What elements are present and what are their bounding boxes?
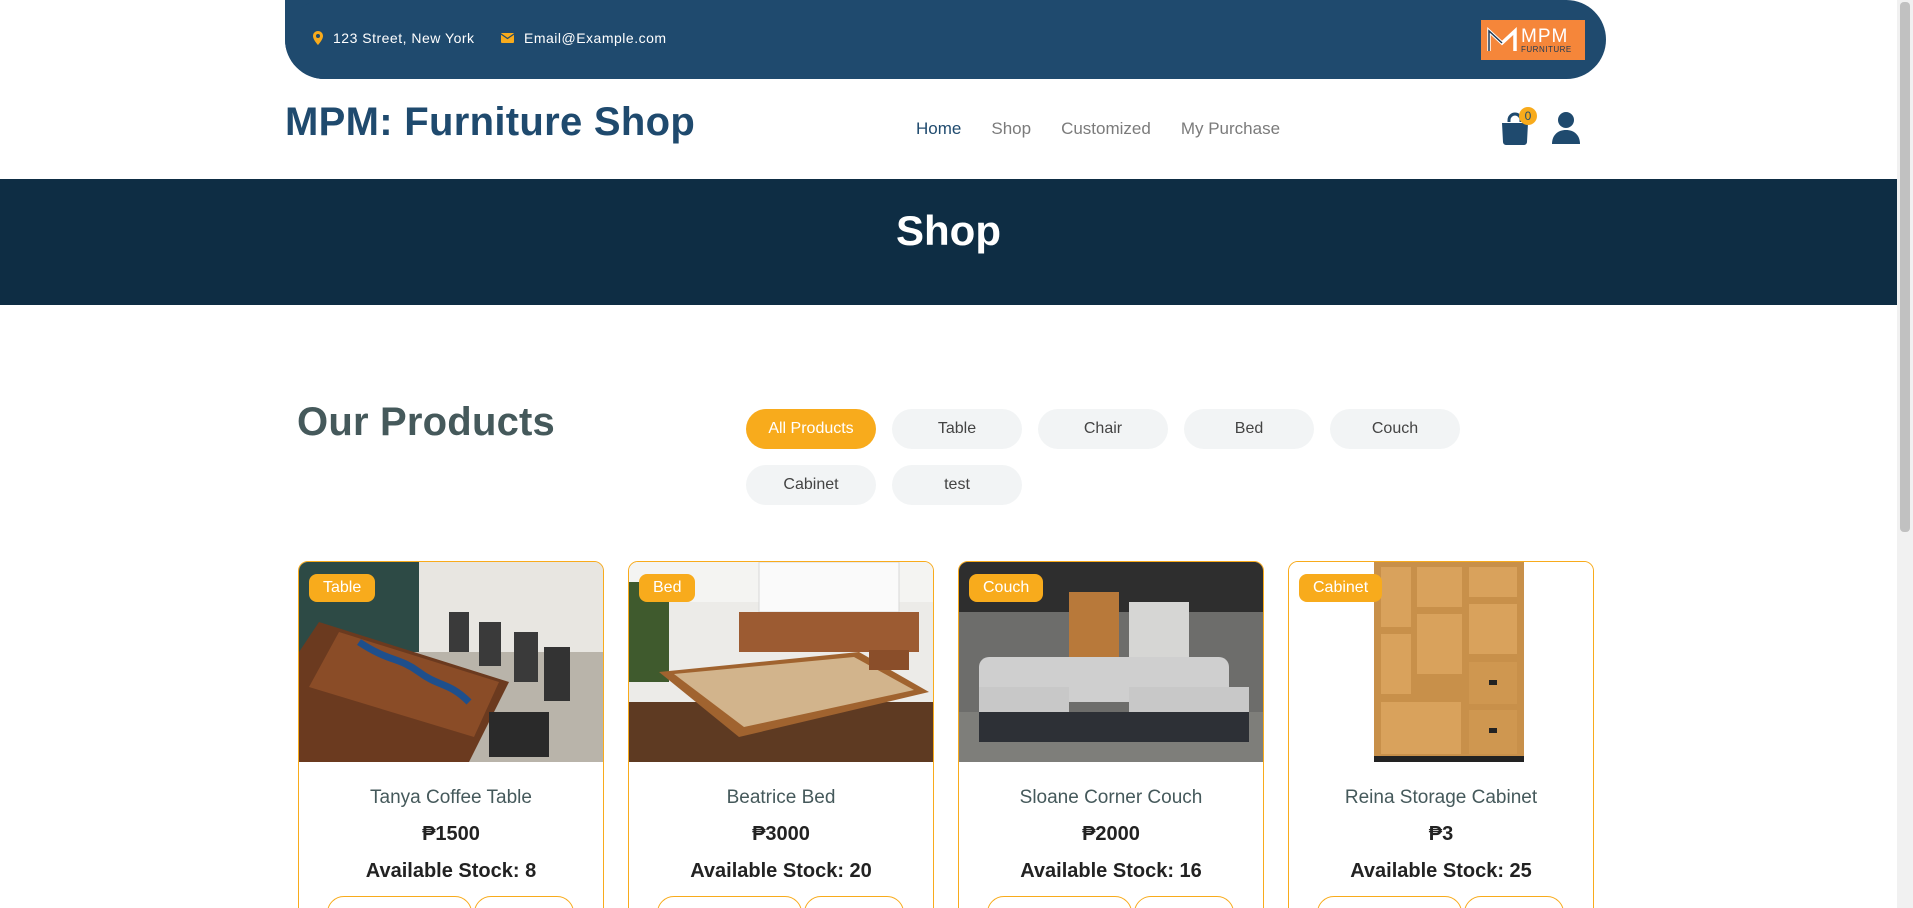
- product-stock: Available Stock: 20: [690, 860, 872, 882]
- page-scrollbar[interactable]: [1897, 0, 1913, 908]
- view-details-button[interactable]: [804, 896, 904, 908]
- add-to-cart-button[interactable]: [657, 896, 802, 908]
- top-info-bar: 123 Street, New York Email@Example.com M…: [285, 0, 1606, 79]
- product-price: ₱3000: [752, 823, 810, 845]
- filter-table[interactable]: Table: [892, 409, 1022, 449]
- map-marker-icon: [313, 31, 323, 45]
- product-card[interactable]: Couch Sloane Corner Couch ₱2000 Availabl…: [958, 561, 1264, 908]
- add-to-cart-button[interactable]: [1317, 896, 1462, 908]
- filter-cabinet[interactable]: Cabinet: [746, 465, 876, 505]
- nav-home[interactable]: Home: [916, 119, 961, 139]
- email-text[interactable]: Email@Example.com: [524, 30, 667, 46]
- product-stock: Available Stock: 16: [1020, 860, 1202, 882]
- site-brand-title[interactable]: MPM: Furniture Shop: [285, 100, 695, 145]
- page: 123 Street, New York Email@Example.com M…: [0, 0, 1897, 908]
- product-stock: Available Stock: 25: [1350, 860, 1532, 882]
- add-to-cart-button[interactable]: [987, 896, 1132, 908]
- email-info[interactable]: Email@Example.com: [501, 30, 667, 46]
- product-card[interactable]: Bed Beatrice Bed ₱3000 Available Stock: …: [628, 561, 934, 908]
- view-details-button[interactable]: [1134, 896, 1234, 908]
- category-badge: Bed: [639, 574, 696, 602]
- category-badge: Table: [309, 574, 376, 602]
- filter-couch[interactable]: Couch: [1330, 409, 1460, 449]
- category-badge: Couch: [969, 574, 1044, 602]
- address-info: 123 Street, New York: [313, 30, 475, 46]
- add-to-cart-button[interactable]: [327, 896, 472, 908]
- filter-chair[interactable]: Chair: [1038, 409, 1168, 449]
- envelope-icon: [501, 33, 514, 43]
- cart-count-badge: 0: [1519, 107, 1537, 125]
- view-details-button[interactable]: [1464, 896, 1564, 908]
- nav-my-purchase[interactable]: My Purchase: [1181, 119, 1280, 139]
- product-price: ₱1500: [422, 823, 480, 845]
- category-badge: Cabinet: [1299, 574, 1383, 602]
- product-price: ₱2000: [1082, 823, 1140, 845]
- product-stock: Available Stock: 8: [365, 860, 537, 882]
- user-icon[interactable]: [1551, 111, 1581, 145]
- filter-test[interactable]: test: [892, 465, 1022, 505]
- nav-shop[interactable]: Shop: [991, 119, 1031, 139]
- nav-customized[interactable]: Customized: [1061, 119, 1151, 139]
- section-title: Our Products: [297, 400, 555, 444]
- brand-logo[interactable]: MPM FURNITURE: [1481, 20, 1585, 60]
- logo-text: MPM FURNITURE: [1521, 25, 1572, 54]
- filter-all-products[interactable]: All Products: [746, 409, 876, 449]
- scrollbar-thumb[interactable]: [1900, 2, 1910, 532]
- product-card[interactable]: Cabinet Reina Storage Cabinet ₱3 Availab…: [1288, 561, 1594, 908]
- product-name[interactable]: Reina Storage Cabinet: [1289, 787, 1593, 809]
- product-name[interactable]: Beatrice Bed: [629, 787, 933, 809]
- product-name[interactable]: Tanya Coffee Table: [299, 787, 603, 809]
- view-details-button[interactable]: [474, 896, 574, 908]
- address-text: 123 Street, New York: [333, 30, 475, 46]
- product-name[interactable]: Sloane Corner Couch: [959, 787, 1263, 809]
- main-nav: Home Shop Customized My Purchase: [916, 119, 1280, 139]
- page-title: Shop: [896, 207, 1001, 254]
- logo-m-icon: [1487, 27, 1517, 51]
- filter-bed[interactable]: Bed: [1184, 409, 1314, 449]
- product-card[interactable]: Table Tanya Coffee Table ₱1500 Available…: [298, 561, 604, 908]
- product-price: ₱3: [1428, 823, 1454, 845]
- page-hero-banner: Shop: [0, 179, 1897, 305]
